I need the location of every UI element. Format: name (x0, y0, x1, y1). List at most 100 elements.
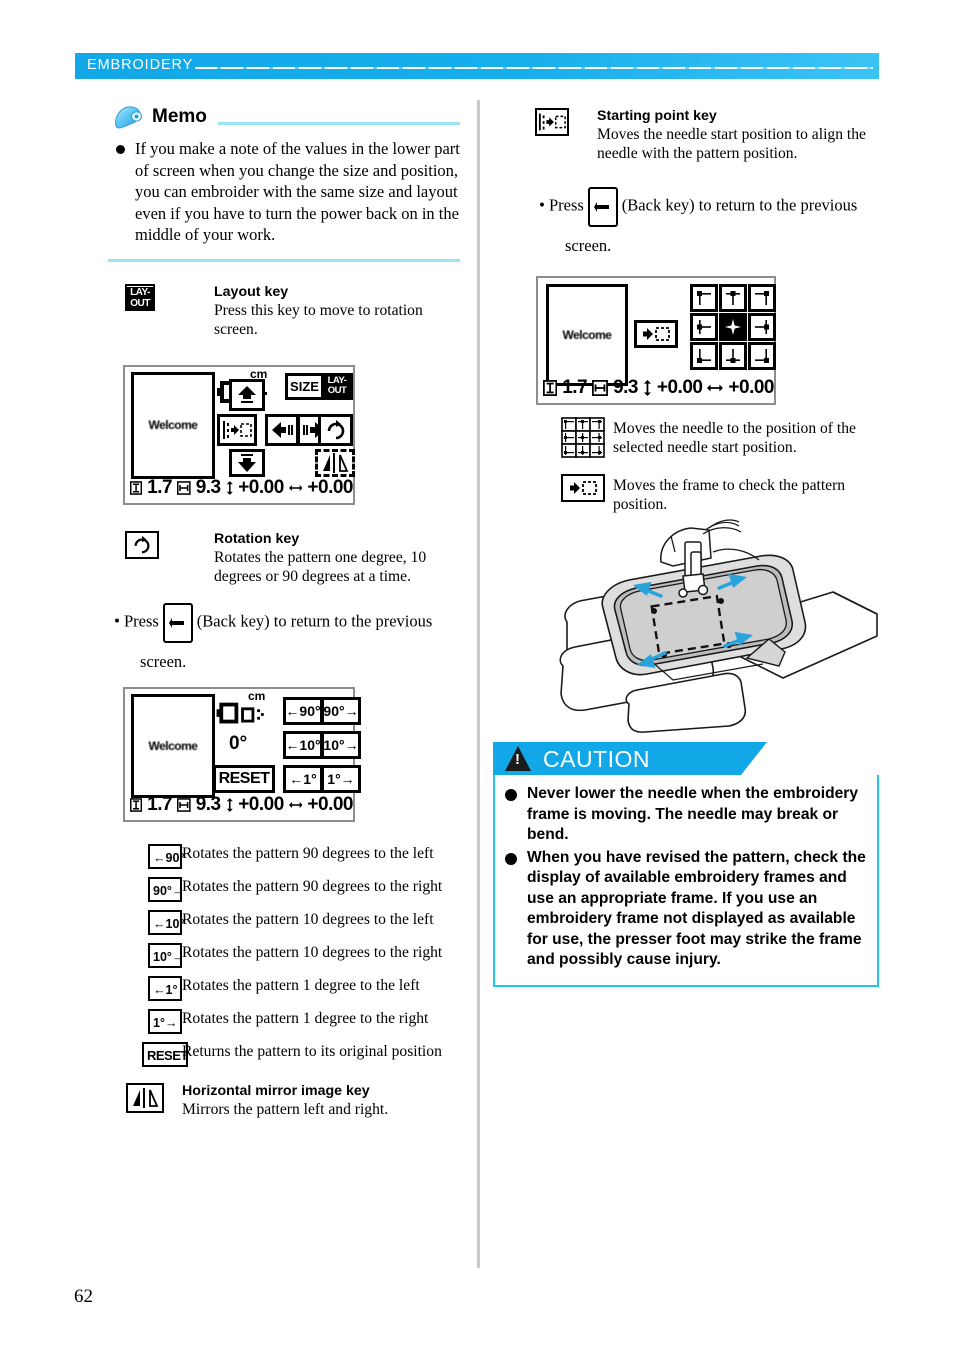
lcd-rotation-screen[interactable]: Welcome cm 0° RESET ←90° 90°→ ←10° 10°→ … (123, 686, 361, 822)
lcd-rotation-key[interactable] (318, 413, 353, 446)
caution-bullet-dot (505, 852, 517, 865)
lcd-rot-right-90-key[interactable]: 90°→ (321, 696, 361, 725)
lcd-rot-status-bar: 1.7 9.3 +0.00 +0.00 (125, 792, 353, 818)
starting-point-glyph-icon (538, 113, 566, 131)
press-bullet: • (539, 195, 545, 215)
lcd-angle-value: 0° (229, 732, 248, 754)
rotation-key-icon[interactable] (125, 530, 159, 559)
edge-middle-left-icon (697, 320, 711, 334)
mirror-key-icon-cell (108, 1082, 182, 1113)
width-icon (592, 380, 609, 396)
lcd-start-width-value: 9.3 (613, 377, 638, 398)
lcd-rot-horizontal-offset: +0.00 (307, 793, 353, 815)
nine-grid-desc: Moves the needle to the position of the … (613, 420, 856, 456)
lcd-rot-vertical-offset: +0.00 (238, 793, 284, 815)
rotation-key-desc: Rotates the pattern one degree, 10 degre… (214, 548, 427, 585)
move-frame-icon (643, 327, 670, 341)
lcd-left-arrow-key[interactable] (265, 413, 299, 446)
vertical-offset-icon (226, 797, 233, 812)
embroidery-machine-frame-illustration (533, 518, 883, 741)
starting-point-key-icon[interactable] (535, 108, 569, 136)
layout-key-title: Layout key (214, 283, 289, 300)
rotate-right-90-desc: Rotates the pattern 90 degrees to the ri… (182, 877, 443, 895)
lcd-rot-unit-label: cm (248, 688, 266, 703)
lcd-rot-height-value: 1.7 (147, 793, 173, 815)
lcd-down-arrow-key[interactable] (229, 448, 265, 477)
memo-bell-icon (115, 106, 142, 129)
grid-cell-bottom-left[interactable] (690, 342, 718, 370)
rotate-right-10-icon[interactable]: 10°→ (148, 942, 184, 968)
nine-grid-cell (561, 417, 613, 464)
reset-desc: Returns the pattern to its original posi… (182, 1042, 442, 1060)
lcd-height-value: 1.7 (147, 476, 173, 498)
table-row: ←1° Rotates the pattern 1 degree to the … (108, 975, 466, 1001)
edge-bottom-center-icon (726, 349, 740, 363)
move-frame-icon[interactable] (561, 474, 605, 502)
lcd-layout-screen[interactable]: Welcome cm SIZE LAY- OUT 1.7 9.3 +0.00 +… (123, 364, 355, 505)
back-key-icon[interactable] (162, 602, 193, 643)
lcd-size-key[interactable]: SIZE (285, 372, 324, 400)
lcd-start-status-bar: 1.7 9.3 +0.00 +0.00 (538, 375, 774, 401)
grid-cell-bottom-right[interactable] (748, 342, 776, 370)
lcd-rot-left-10-key[interactable]: ←10° (283, 730, 323, 759)
starting-point-desc: Moves the needle start position to align… (597, 126, 866, 162)
grid-cell-middle-left[interactable] (690, 313, 718, 341)
down-arrow-icon (238, 453, 256, 472)
caution-tab: ! CAUTION (493, 742, 767, 775)
rotate-left-1-icon[interactable]: ←1° (148, 975, 182, 1001)
grid-cell-top-center[interactable] (719, 284, 747, 312)
nine-position-grid-icon[interactable] (561, 417, 605, 459)
press-back-after: (Back key) to return to the previous (196, 611, 433, 631)
lcd-mirror-key[interactable] (315, 448, 355, 477)
lcd-up-arrow-key[interactable] (229, 378, 265, 411)
rotate-left-90-desc: Rotates the pattern 90 degrees to the le… (182, 844, 434, 862)
lcd-rot-left-1-key[interactable]: ←1° (283, 764, 323, 793)
grid-cell-top-left[interactable] (690, 284, 718, 312)
grid-cell-bottom-center[interactable] (719, 342, 747, 370)
lcd-reset-key[interactable]: RESET (213, 764, 275, 793)
lcd-starting-point-key[interactable] (217, 413, 257, 446)
lcd-rot-right-1-key[interactable]: 1°→ (321, 764, 361, 793)
rotate-left-90-icon[interactable]: ←90° (148, 843, 184, 869)
section-header-label: EMBROIDERY (87, 57, 194, 73)
rotate-right-1-icon[interactable]: 1°→ (148, 1008, 182, 1034)
left-arrow-icon (272, 421, 293, 438)
press-back-left: • Press (Back key) to return to the prev… (114, 602, 466, 674)
caution-box: ! CAUTION Never lower the needle when th… (493, 742, 879, 987)
lcd-start-screen[interactable]: Welcome 1.7 9.3 +0.00 +0.00 (536, 276, 776, 405)
rotate-right-1-desc: Rotates the pattern 1 degree to the righ… (182, 1009, 429, 1027)
horizontal-offset-icon (707, 384, 724, 392)
grid-cell-center-selected[interactable] (719, 313, 747, 341)
rotate-right-10-desc: Rotates the pattern 10 degrees to the ri… (182, 943, 443, 961)
caution-label: CAUTION (543, 746, 650, 772)
height-icon (543, 380, 558, 396)
vertical-offset-icon (226, 480, 233, 495)
lcd-start-horizontal-offset: +0.00 (728, 377, 774, 398)
mirror-key-title: Horizontal mirror image key (182, 1082, 370, 1099)
corner-bottom-right-icon (755, 349, 769, 363)
page-number: 62 (74, 1286, 93, 1307)
right-column: Starting point key Moves the needle star… (533, 100, 883, 741)
move-frame-glyph-icon (570, 481, 597, 495)
section-header-band: EMBROIDERY (75, 53, 879, 79)
rotate-right-90-icon[interactable]: 90°→ (148, 876, 184, 902)
back-key-icon[interactable] (587, 187, 618, 227)
lcd-layout-key[interactable]: LAY- OUT (321, 372, 353, 400)
grid-cell-top-right[interactable] (748, 284, 776, 312)
rotation-key-icon-cell (108, 530, 214, 559)
lcd-rot-pattern-preview: Welcome (131, 693, 215, 798)
horizontal-mirror-icon[interactable] (126, 1082, 164, 1113)
height-icon (130, 797, 143, 812)
table-row: 90°→ Rotates the pattern 90 degrees to t… (108, 876, 466, 902)
lcd-rot-right-10-key[interactable]: 10°→ (321, 730, 361, 759)
layout-key-row: LAY- OUT Layout key Press this key to mo… (108, 283, 466, 339)
mirror-glyph-icon (133, 1087, 159, 1108)
press-back-before: Press (123, 611, 159, 631)
rotate-left-10-icon[interactable]: ←10° (148, 909, 184, 935)
grid-cell-middle-right[interactable] (748, 313, 776, 341)
rotation-icon (327, 419, 344, 439)
lcd-move-frame-key[interactable] (634, 320, 678, 348)
lcd-start-position-grid[interactable] (690, 284, 776, 370)
lcd-rot-left-90-key[interactable]: ←90° (283, 696, 323, 725)
layout-key-icon[interactable]: LAY- OUT (125, 283, 155, 311)
